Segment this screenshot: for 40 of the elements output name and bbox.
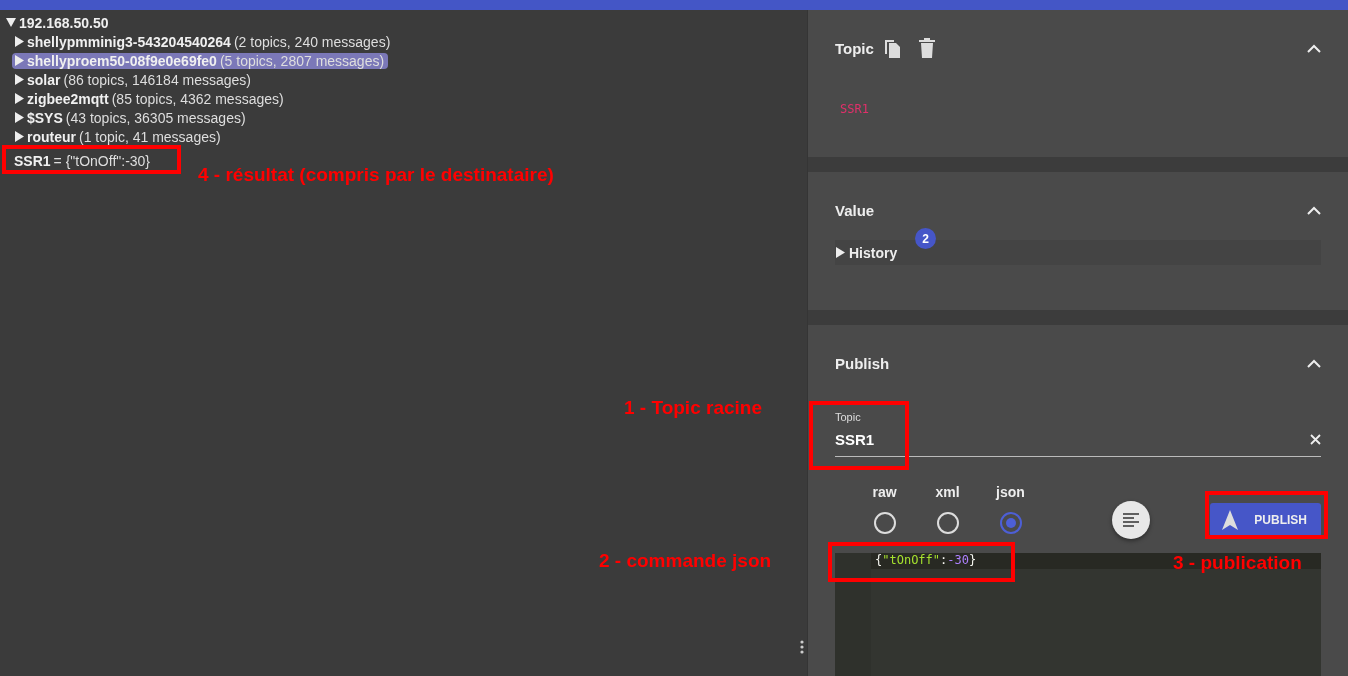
format-button[interactable] bbox=[1112, 501, 1150, 539]
collapsed-triangle-icon[interactable] bbox=[14, 36, 24, 47]
trash-icon[interactable] bbox=[918, 38, 935, 58]
tree-node[interactable]: solar (86 topics, 146184 messages) bbox=[12, 71, 256, 88]
message-line: SSR1 = {"tOnOff":-30} bbox=[13, 152, 152, 169]
copy-icon[interactable] bbox=[883, 38, 901, 58]
panel-title: Publish bbox=[835, 354, 890, 372]
collapsed-triangle-icon[interactable] bbox=[14, 74, 24, 85]
tree-node[interactable]: shellyproem50-08f9e0e69fe0 (5 topics, 2807 messages) bbox=[12, 52, 389, 69]
tree-node[interactable]: shellypmminig3-543204540264 (2 topics, 240 messages) bbox=[12, 33, 395, 50]
drag-handle-icon[interactable] bbox=[800, 640, 804, 654]
panel-title: Topic bbox=[835, 39, 874, 57]
collapsed-triangle-icon[interactable] bbox=[835, 247, 845, 258]
panel-title: Value bbox=[835, 201, 875, 219]
collapse-chevron-icon[interactable] bbox=[1307, 206, 1321, 215]
annotation-label: 4 - résultat (compris par le destinataire) bbox=[198, 164, 554, 186]
expanded-triangle-icon[interactable] bbox=[6, 17, 16, 28]
align-left-icon bbox=[1123, 513, 1139, 527]
history-toggle[interactable]: History bbox=[835, 244, 898, 261]
topic-input-field[interactable]: Topic SSR1 bbox=[835, 401, 1321, 457]
code-line: {"tOnOff":-30} bbox=[875, 553, 977, 567]
annotation-label: 1 - Topic racine bbox=[624, 397, 762, 419]
collapse-chevron-icon[interactable] bbox=[1307, 359, 1321, 368]
navigation-arrow-icon bbox=[1222, 510, 1239, 530]
collapsed-triangle-icon[interactable] bbox=[14, 131, 24, 142]
annotation-label: 2 - commande json bbox=[599, 550, 772, 572]
topic-value: SSR1 bbox=[839, 101, 870, 118]
clear-icon[interactable] bbox=[1310, 434, 1321, 445]
annotation-label: 3 - publication bbox=[1173, 552, 1302, 574]
format-radio[interactable]: xml bbox=[916, 484, 979, 534]
collapse-chevron-icon[interactable] bbox=[1307, 44, 1321, 53]
format-radio[interactable]: json bbox=[979, 484, 1042, 534]
tree-node[interactable]: zigbee2mqtt (85 topics, 4362 messages) bbox=[12, 90, 288, 107]
tree-node[interactable]: $SYS (43 topics, 36305 messages) bbox=[12, 109, 250, 126]
tree-node[interactable]: routeur (1 topic, 41 messages) bbox=[12, 128, 225, 145]
format-radio[interactable]: raw bbox=[853, 484, 916, 534]
collapsed-triangle-icon[interactable] bbox=[14, 93, 24, 104]
tree-node[interactable]: 192.168.50.50 bbox=[4, 14, 113, 31]
publish-button[interactable]: PUBLISH bbox=[1210, 503, 1321, 537]
collapsed-triangle-icon[interactable] bbox=[14, 112, 24, 123]
